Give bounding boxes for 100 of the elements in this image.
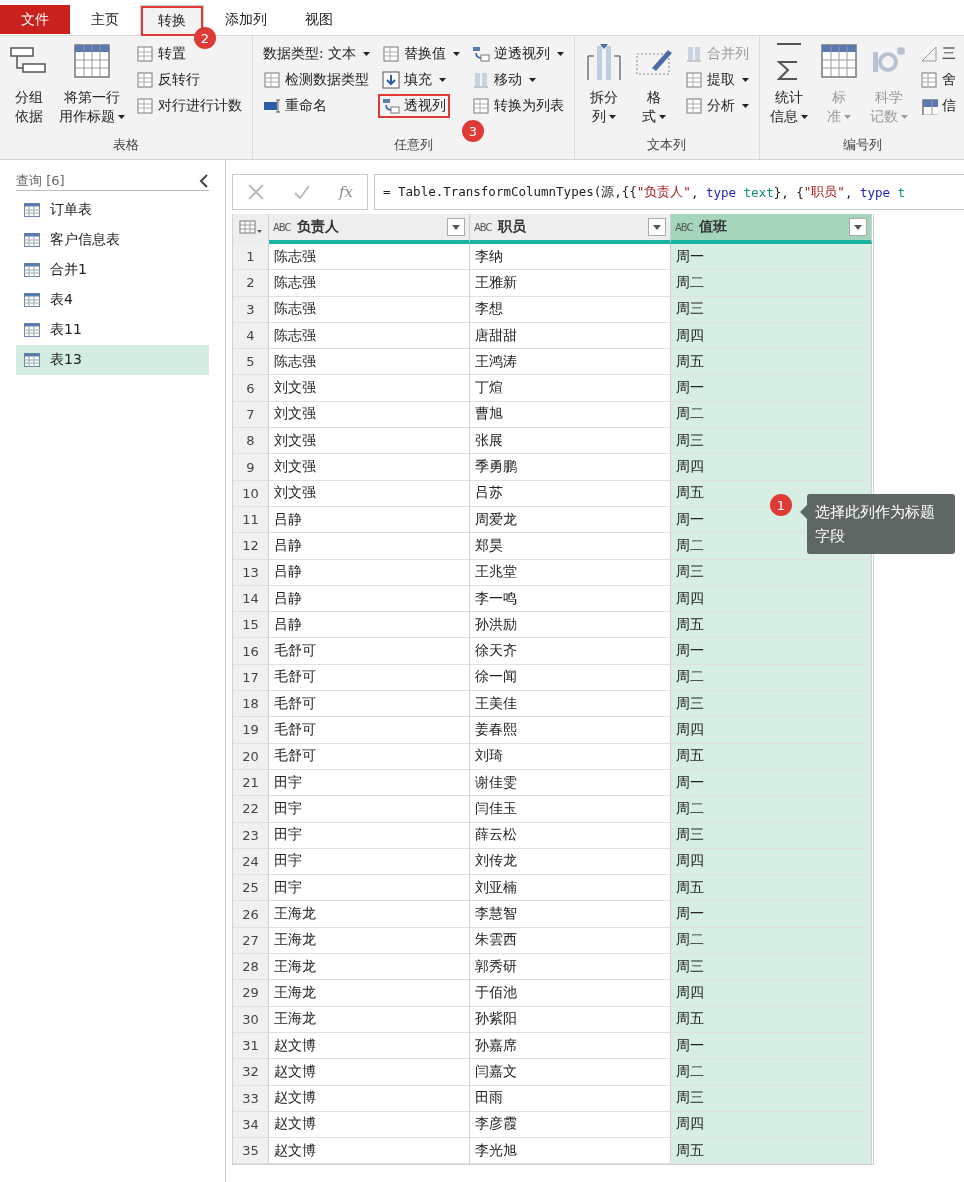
ribbon-button[interactable]: 统计 信息 xyxy=(765,42,812,135)
column-header[interactable]: ABC 职员 xyxy=(470,214,671,244)
table-cell: 李纳 xyxy=(470,244,671,271)
table-cell: 周三 xyxy=(671,1085,872,1112)
rename-icon xyxy=(263,97,281,115)
ribbon-tab[interactable]: 文件 xyxy=(0,5,70,34)
row-number: 6 xyxy=(233,375,269,402)
formula-field[interactable]: = Table.TransformColumnTypes(源,{{"负责人", type text}, {"职员", type t xyxy=(374,174,964,210)
ribbon-button[interactable]: 三 xyxy=(915,42,960,66)
query-item[interactable]: 表11 xyxy=(16,315,209,345)
ribbon-button[interactable]: 分析 xyxy=(680,94,753,118)
ribbon-button[interactable]: 反转行 xyxy=(132,68,204,92)
row-number: 7 xyxy=(233,401,269,429)
table-cell: 周四 xyxy=(671,717,872,744)
table-cell: 徐一闻 xyxy=(470,664,671,692)
row-number: 16 xyxy=(233,638,269,665)
table-cell: 毛舒可 xyxy=(269,717,470,744)
ribbon-tab[interactable]: 主页 xyxy=(74,5,136,34)
query-item[interactable]: 表4 xyxy=(16,285,209,315)
table-cell: 毛舒可 xyxy=(269,691,470,718)
table-cell: 吕静 xyxy=(269,585,470,613)
ribbon-tab[interactable]: 视图 xyxy=(288,5,350,34)
ribbon-button[interactable]: 信 xyxy=(915,94,960,118)
table-cell: 张展 xyxy=(470,428,671,455)
filter-button[interactable] xyxy=(849,218,867,236)
ribbon-button[interactable]: 将第一行 用作标题 xyxy=(56,42,128,135)
table-cell: 刘文强 xyxy=(269,480,470,507)
query-item[interactable]: 订单表 xyxy=(16,195,209,225)
filter-button[interactable] xyxy=(648,218,666,236)
row-number: 14 xyxy=(233,585,269,613)
table-cell: 周二 xyxy=(671,401,872,429)
step-badge: 3 xyxy=(461,120,484,142)
collapse-icon[interactable] xyxy=(199,174,209,188)
table-cell: 陈志强 xyxy=(269,322,470,350)
table-cell: 陈志强 xyxy=(269,296,470,323)
table-cell: 周二 xyxy=(671,796,872,823)
ribbon-button[interactable]: 重命名 xyxy=(259,94,331,118)
group-label: 表格 xyxy=(112,136,140,154)
triangle-icon xyxy=(919,45,938,63)
table-cell: 毛舒可 xyxy=(269,743,470,770)
ribbon-button[interactable]: 移动 xyxy=(467,68,540,92)
table-cell: 孙紫阳 xyxy=(470,1006,671,1033)
table-cell: 周一 xyxy=(671,769,872,797)
check-icon[interactable] xyxy=(292,183,311,201)
ribbon-button[interactable]: 转换为列表 xyxy=(467,94,568,118)
table-cell: 曹旭 xyxy=(470,401,671,429)
table-cell: 刘文强 xyxy=(269,401,470,429)
column-header[interactable]: ABC 负责人 xyxy=(269,214,470,244)
caret-icon xyxy=(653,224,661,230)
ribbon-button[interactable]: 格 式 xyxy=(630,42,677,135)
table-cell: 陈志强 xyxy=(269,270,470,297)
table-cell: 田宇 xyxy=(269,875,470,902)
group-label: 编号列 xyxy=(842,136,884,154)
table-cell: 赵文博 xyxy=(269,1111,470,1139)
ribbon-button[interactable]: 对行进行计数 xyxy=(132,94,246,118)
table-cell: 周一 xyxy=(671,1032,872,1060)
function-button[interactable]: fx xyxy=(338,183,353,201)
table-cell: 周四 xyxy=(671,585,872,613)
ribbon-button[interactable]: 舍 xyxy=(915,68,960,92)
pivot-icon xyxy=(471,45,490,63)
ribbon-button[interactable]: 提取 xyxy=(680,68,753,92)
ribbon-button[interactable]: 替换值 xyxy=(377,42,464,66)
ribbon-button[interactable]: 分组 依据 xyxy=(6,42,52,135)
query-item[interactable]: 合并1 xyxy=(16,255,209,285)
table-cell: 吕静 xyxy=(269,533,470,560)
table-cell: 徐天齐 xyxy=(470,638,671,665)
table-cell: 于佰池 xyxy=(470,980,671,1007)
table-cell: 周五 xyxy=(671,612,872,639)
row-number: 15 xyxy=(233,612,269,639)
ribbon-button[interactable]: 转置 xyxy=(132,42,190,66)
table-cell: 刘文强 xyxy=(269,375,470,402)
ribbon-button[interactable]: 数据类型: 文本 xyxy=(259,42,374,66)
query-item[interactable]: 表13 xyxy=(16,345,209,375)
table-cell: 刘文强 xyxy=(269,428,470,455)
table-icon xyxy=(24,353,40,367)
table-cell: 田宇 xyxy=(269,848,470,876)
table-cell: 周二 xyxy=(671,1059,872,1086)
row-number: 11 xyxy=(233,506,269,534)
table-cell: 周一 xyxy=(671,638,872,665)
table-cell: 周一 xyxy=(671,901,872,928)
table-cell: 周一 xyxy=(671,375,872,402)
filter-button[interactable] xyxy=(447,218,465,236)
ribbon-button[interactable]: 拆分 列 xyxy=(580,42,627,135)
column-header[interactable]: ABC 值班 xyxy=(671,214,872,244)
ribbon-button[interactable]: 检测数据类型 xyxy=(259,68,373,92)
ribbon-button[interactable]: 逆透视列 xyxy=(467,42,568,66)
table-cell: 吕静 xyxy=(269,559,470,586)
table-cell: 闫佳玉 xyxy=(470,796,671,823)
table-cell: 李彦霞 xyxy=(470,1111,671,1139)
table-cell: 郑昊 xyxy=(470,533,671,560)
row-number: 10 xyxy=(233,480,269,507)
query-item[interactable]: 客户信息表 xyxy=(16,225,209,255)
table-cell: 周一 xyxy=(671,244,872,271)
row-number: 23 xyxy=(233,822,269,849)
table-cell: 周五 xyxy=(671,1138,872,1165)
row-number: 5 xyxy=(233,349,269,376)
ribbon-button[interactable]: 透视列 xyxy=(377,94,450,118)
table-cell: 王海龙 xyxy=(269,954,470,981)
ribbon-button[interactable]: 填充 xyxy=(377,68,450,92)
table-cell: 李一鸣 xyxy=(470,585,671,613)
